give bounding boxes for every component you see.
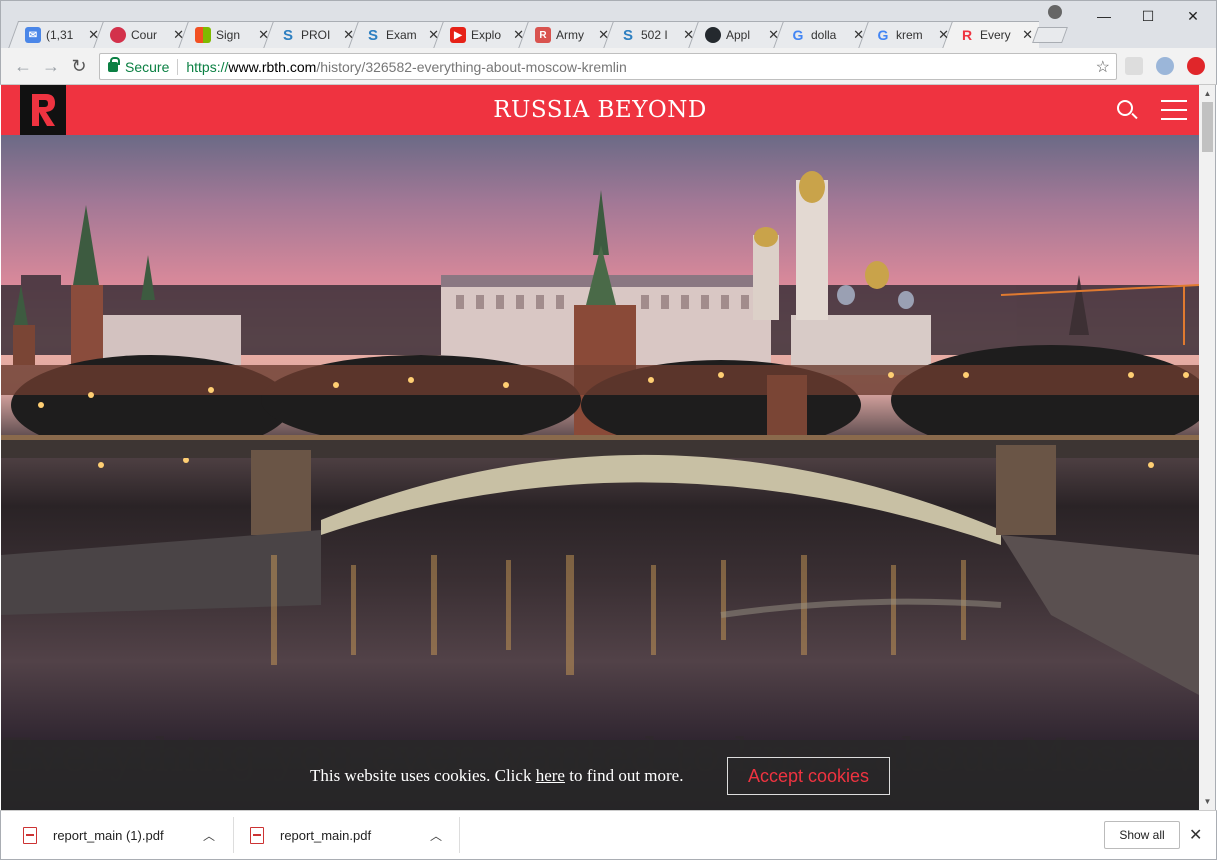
tab-google-dollar[interactable]: G dolla ✕ [772,21,870,49]
tab-microsoft[interactable]: Sign ✕ [177,21,275,49]
tab-title: Cour [131,28,158,42]
r-logo-icon: R [535,27,551,43]
tab-russia-beyond[interactable]: R Every ✕ [941,21,1039,49]
s-logo-icon: S [282,26,293,44]
accept-cookies-button[interactable]: Accept cookies [727,757,890,795]
minimize-button[interactable]: — [1081,3,1127,29]
kremlin-photo [1,171,1199,695]
reload-button[interactable]: ↻ [67,54,91,78]
tab-gmail[interactable]: ✉ (1,31 ✕ [7,21,105,49]
tab-title: Appl [726,28,751,42]
menu-icon[interactable] [1161,100,1187,120]
tab-title: Every [980,28,1011,42]
tab-exam[interactable]: S Exam ✕ [347,21,445,49]
tab-title: (1,31 [46,28,74,42]
tab-title: PROI [301,28,331,42]
tab-title: krem [896,28,923,42]
close-icon[interactable]: ✕ [683,27,694,43]
gmail-icon: ✉ [25,27,41,43]
close-icon[interactable]: ✕ [598,27,609,43]
scroll-down-arrow-icon[interactable]: ▼ [1199,793,1216,810]
coursera-icon [110,27,126,43]
secure-label: Secure [125,58,170,75]
forward-button[interactable]: → [39,54,63,78]
window-close-button[interactable]: ✕ [1170,3,1216,29]
url-path: /history/326582-everything-about-moscow-… [316,58,627,75]
upload-extension-icon[interactable] [1187,57,1205,75]
close-icon[interactable]: ✕ [853,27,864,43]
maximize-button[interactable]: ☐ [1125,3,1171,29]
close-icon[interactable]: ✕ [1022,27,1033,43]
divider [177,58,179,75]
close-icon[interactable]: ✕ [513,27,524,43]
url-scheme: https:// [186,58,229,75]
download-item[interactable]: report_main (1).pdf [23,811,164,859]
scrollbar[interactable]: ▲ ▼ [1199,85,1216,810]
address-bar[interactable]: Secure https:// www.rbth.com /history/32… [99,53,1117,80]
divider [459,817,460,853]
cookie-banner: This website uses cookies. Click here to… [1,740,1199,810]
microsoft-icon [195,27,211,43]
cookie-text-before: This website uses cookies. Click [310,766,536,785]
chevron-up-icon[interactable]: ︿ [203,827,215,844]
tab-title: Sign [216,28,241,42]
s-logo-icon: S [622,26,633,44]
hero-image: Everything you ever wanted to know about… [1,135,1199,810]
lock-icon [108,56,120,72]
extension-icon[interactable] [1156,57,1174,75]
url-host: www.rbth.com [228,58,317,75]
s-logo-icon: S [367,26,378,44]
tab-army[interactable]: R Army ✕ [517,21,615,49]
back-button[interactable]: ← [11,54,35,78]
bookmark-star-icon[interactable]: ☆ [1096,57,1110,77]
page-content: RUSSIA BEYOND This website uses cookies.… [1,85,1199,810]
scroll-up-arrow-icon[interactable]: ▲ [1199,85,1216,102]
close-icon[interactable]: ✕ [173,27,184,43]
download-item[interactable]: report_main.pdf [250,811,371,859]
tab-coursera[interactable]: Cour ✕ [92,21,190,49]
tab-title: Explo [471,28,502,42]
new-tab-button[interactable] [1032,27,1068,43]
pdf-extension-icon[interactable] [1125,57,1143,75]
github-icon [705,27,721,43]
tab-title: 502 I [641,28,668,42]
google-icon: G [877,27,889,43]
close-icon[interactable]: ✕ [768,27,779,43]
close-icon[interactable]: ✕ [258,27,269,43]
close-icon[interactable]: ✕ [343,27,354,43]
site-title[interactable]: RUSSIA BEYOND [1,97,1199,123]
chevron-up-icon[interactable]: ︿ [430,827,442,844]
tab-title: dolla [811,28,837,42]
download-filename: report_main.pdf [280,827,372,843]
download-shelf: report_main (1).pdf ︿ report_main.pdf ︿ … [0,810,1217,860]
download-filename: report_main (1).pdf [53,827,164,843]
tab-502[interactable]: S 502 I ✕ [602,21,700,49]
cookie-more-link[interactable]: here [536,766,565,785]
close-icon[interactable]: ✕ [428,27,439,43]
youtube-icon: ▶ [450,27,466,43]
pdf-file-icon [250,826,264,844]
pdf-file-icon [23,826,37,844]
russia-beyond-icon: R [961,27,973,43]
tab-proi[interactable]: S PROI ✕ [262,21,360,49]
close-icon[interactable]: ✕ [938,27,949,43]
tab-title: Exam [386,28,417,42]
divider [233,817,234,853]
tab-github[interactable]: Appl ✕ [687,21,785,49]
cookie-message: This website uses cookies. Click here to… [310,766,683,786]
close-icon[interactable]: ✕ [1189,825,1202,845]
browser-toolbar: ← → ↻ Secure https:// www.rbth.com /hist… [0,48,1217,85]
scroll-thumb[interactable] [1202,102,1213,152]
show-all-downloads-button[interactable]: Show all [1104,821,1180,849]
close-icon[interactable]: ✕ [88,27,99,43]
tab-youtube[interactable]: ▶ Explo ✕ [432,21,530,49]
tab-title: Army [556,28,584,42]
site-header: RUSSIA BEYOND [1,85,1199,135]
search-icon[interactable] [1117,100,1133,116]
profile-icon[interactable] [1048,5,1062,19]
tab-strip: ✉ (1,31 ✕ Cour ✕ Sign ✕ S PROI ✕ S Exam … [0,0,1217,48]
google-icon: G [792,27,804,43]
cookie-text-after: to find out more. [564,766,684,785]
